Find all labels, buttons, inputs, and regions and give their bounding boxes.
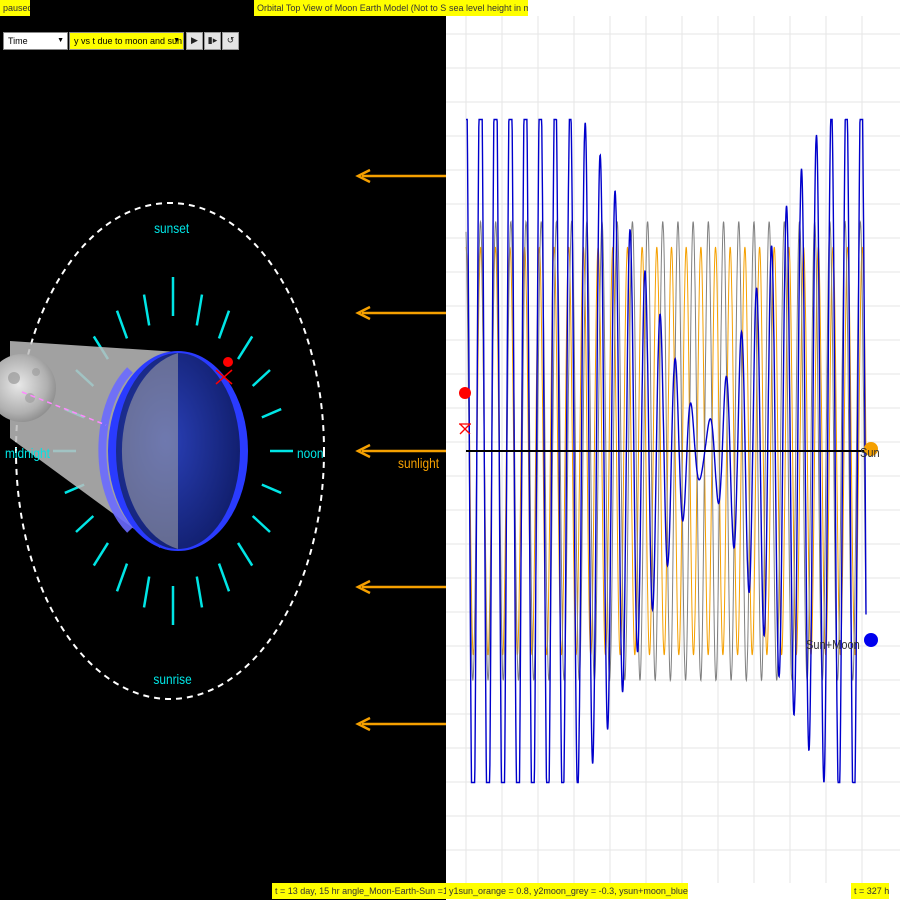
- step-icon: ▮▸: [207, 36, 218, 46]
- step-button[interactable]: ▮▸: [204, 32, 221, 50]
- midnight-label: midnight: [5, 445, 50, 461]
- hour-tick: [195, 576, 204, 608]
- plot-title: sea level height in m: [446, 0, 528, 16]
- hour-tick: [115, 563, 129, 592]
- hour-tick: [142, 294, 151, 326]
- hour-tick: [251, 515, 271, 533]
- sun-series-label: Sun: [860, 445, 880, 460]
- hour-tick: [92, 542, 110, 567]
- chevron-down-icon: ▼: [57, 37, 64, 44]
- hour-tick: [217, 310, 231, 339]
- hour-tick: [195, 294, 204, 326]
- hour-tick: [251, 369, 271, 387]
- y-axis-select-value: y vs t due to moon and sun: [74, 36, 183, 46]
- orbital-diagram: [0, 168, 446, 732]
- amplitude-readout: y1sun_orange = 0.8, y2moon_grey = -0.3, …: [446, 883, 688, 899]
- hour-tick: [217, 563, 231, 592]
- hour-tick: [75, 515, 95, 533]
- hour-tick: [142, 576, 151, 608]
- x-axis-select[interactable]: Time ▼: [3, 32, 68, 50]
- orbital-view-panel: sunset sunrise midnight noon sunlight Ti…: [0, 0, 446, 900]
- reset-button[interactable]: ↺: [222, 32, 239, 50]
- hour-tick: [236, 335, 254, 360]
- earth: [98, 351, 248, 551]
- sunset-label: sunset: [154, 220, 190, 236]
- status-badge: paused: [0, 0, 30, 16]
- window-title: Orbital Top View of Moon Earth Model (No…: [254, 0, 446, 16]
- chevron-down-icon: ▼: [173, 37, 180, 44]
- sunrise-label: sunrise: [153, 671, 192, 687]
- x-axis-select-value: Time: [8, 36, 28, 46]
- play-button[interactable]: ▶: [186, 32, 203, 50]
- hour-tick: [261, 483, 282, 495]
- plot-panel: Sun Sun+Moon: [446, 0, 900, 900]
- y-axis-select[interactable]: y vs t due to moon and sun ▼: [69, 32, 184, 50]
- hour-tick: [236, 542, 254, 567]
- hour-tick: [261, 407, 282, 419]
- reset-icon: ↺: [226, 36, 235, 46]
- time-hours-readout: t = 327 hr: [851, 883, 889, 899]
- sea-level-plot: [446, 16, 900, 883]
- sunlight-label: sunlight: [398, 455, 440, 471]
- sunlight-arrows: [355, 168, 446, 732]
- sun-moon-series-label: Sun+Moon: [806, 637, 860, 652]
- hour-tick: [115, 310, 129, 339]
- sun-moon-marker: [864, 633, 878, 647]
- noon-label: noon: [297, 445, 324, 461]
- play-icon: ▶: [191, 36, 198, 46]
- time-angle-readout: t = 13 day, 15 hr angle_Moon-Earth-Sun =…: [272, 883, 446, 899]
